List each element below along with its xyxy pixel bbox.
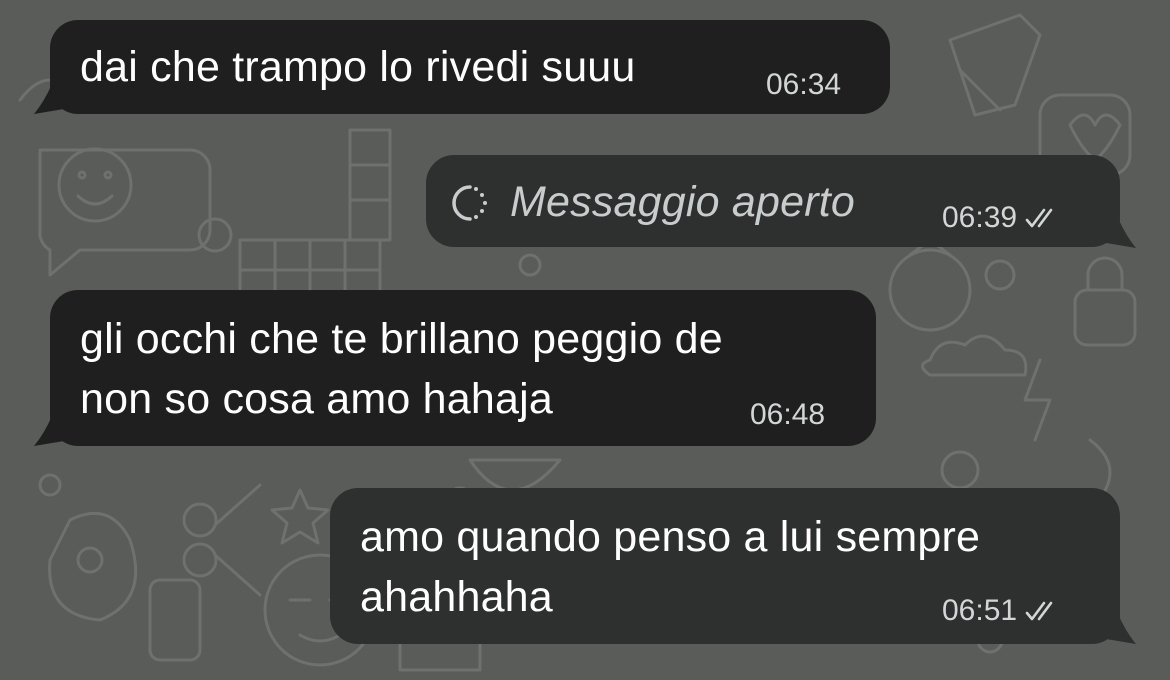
message-bubble-outgoing[interactable]: amo quando penso a lui sempre ahahhaha 0…	[330, 488, 1120, 644]
message-text-line-1: gli occhi che te brillano peggio de	[80, 315, 723, 363]
message-text-line-1: amo quando penso a lui sempre	[360, 513, 981, 561]
message-bubble-incoming[interactable]: gli occhi che te brillano peggio de non …	[50, 290, 876, 446]
message-bubble-outgoing[interactable]: Messaggio aperto 06:39	[426, 155, 1120, 247]
message-meta: 06:39	[942, 201, 1061, 235]
time-label: 06:48	[750, 398, 826, 431]
message-opened-label: Messaggio aperto	[510, 178, 856, 226]
time-label: 06:34	[766, 68, 842, 101]
message-time: 06:48	[750, 398, 825, 432]
time-label: 06:39	[942, 201, 1018, 234]
message-time: 06:34	[766, 68, 841, 102]
message-meta: 06:51	[942, 594, 1061, 628]
time-label: 06:51	[942, 594, 1018, 627]
message-text-line-2: non so cosa amo hahaja	[80, 375, 553, 423]
message-bubble-incoming[interactable]: dai che trampo lo rivedi suuu 06:34	[50, 20, 890, 114]
view-once-icon	[452, 185, 487, 221]
message-text-line-2: ahahhaha	[360, 573, 553, 621]
double-check-icon	[1025, 208, 1053, 228]
message-text: dai che trampo lo rivedi suuu	[80, 43, 636, 91]
chat-message-list: dai che trampo lo rivedi suuu 06:34 Mess…	[0, 0, 1170, 680]
double-check-icon	[1025, 601, 1053, 621]
